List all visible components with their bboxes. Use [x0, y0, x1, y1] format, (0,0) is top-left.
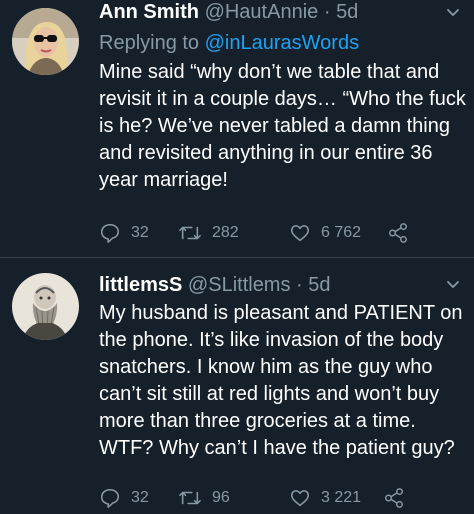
reply-icon: [100, 223, 120, 243]
tweet-header: littlemsS @SLittlems · 5d: [99, 273, 331, 297]
tweet[interactable]: Ann Smith @HautAnnie · 5d Replying to @i…: [0, 0, 474, 258]
separator-dot: ·: [323, 1, 331, 23]
chevron-down-icon[interactable]: [446, 278, 460, 292]
like-count: 6 762: [321, 224, 362, 241]
like-button[interactable]: 3 221: [289, 486, 361, 510]
avatar[interactable]: [12, 273, 79, 340]
tweet[interactable]: littlemsS @SLittlems · 5d My husband is …: [0, 258, 474, 514]
user-handle[interactable]: @SLittlems: [188, 274, 291, 296]
profile-photo-bearded-man-sketch-icon: [12, 273, 79, 340]
tweet-text: My husband is pleasant and PATIENT on th…: [99, 302, 463, 459]
reply-button[interactable]: 32: [99, 221, 149, 245]
retweet-count: 282: [212, 224, 239, 241]
display-name[interactable]: littlemsS: [99, 274, 182, 296]
chevron-down-icon[interactable]: [446, 6, 460, 20]
reply-count: 32: [131, 224, 149, 241]
retweet-button[interactable]: 96: [178, 486, 230, 510]
timestamp[interactable]: 5d: [308, 274, 330, 296]
heart-icon: [290, 490, 310, 507]
retweet-button[interactable]: 282: [178, 221, 239, 245]
profile-photo-woman-sunglasses-icon: [12, 8, 79, 75]
replying-to-label: Replying to: [99, 32, 200, 54]
share-icon[interactable]: [383, 487, 405, 509]
avatar[interactable]: [12, 8, 79, 75]
share-icon[interactable]: [387, 222, 409, 244]
retweet-count: 96: [212, 489, 230, 506]
separator-dot: ·: [296, 274, 303, 296]
heart-icon: [290, 225, 310, 242]
replying-to: Replying to @inLaurasWords: [99, 31, 359, 55]
retweet-icon: [179, 491, 201, 505]
tweet-header: Ann Smith @HautAnnie · 5d: [99, 0, 358, 24]
timestamp[interactable]: 5d: [336, 1, 358, 23]
display-name[interactable]: Ann Smith: [99, 1, 199, 23]
reply-icon: [100, 488, 120, 508]
like-button[interactable]: 6 762: [289, 221, 361, 245]
reply-count: 32: [131, 489, 149, 506]
tweet-text: Mine said “why don’t we table that and r…: [99, 61, 466, 191]
reply-button[interactable]: 32: [99, 486, 149, 510]
retweet-icon: [179, 226, 201, 240]
tweet-actions: 32 96 3 221: [99, 486, 469, 510]
tweet-actions: 32 282 6 762: [99, 221, 469, 245]
user-handle[interactable]: @HautAnnie: [205, 1, 319, 23]
replying-to-mention[interactable]: @inLaurasWords: [205, 32, 359, 54]
like-count: 3 221: [321, 489, 362, 506]
